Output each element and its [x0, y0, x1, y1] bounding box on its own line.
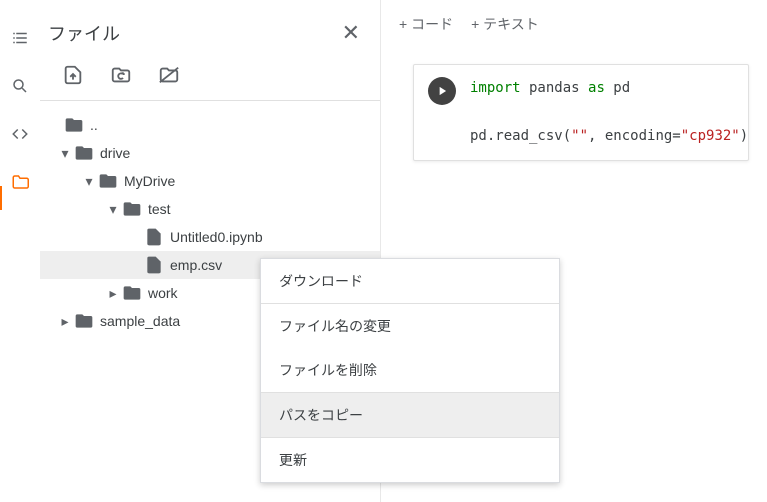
code-text: pd	[605, 80, 630, 96]
tree-label: MyDrive	[124, 173, 175, 189]
tree-parent[interactable]: ..	[40, 111, 380, 139]
menu-delete[interactable]: ファイルを削除	[261, 348, 559, 392]
rail-active-indicator	[0, 186, 2, 210]
tree-file-untitled[interactable]: Untitled0.ipynb	[40, 223, 380, 251]
tree-test[interactable]: ▾ test	[40, 195, 380, 223]
run-button[interactable]	[428, 77, 456, 105]
tree-label: test	[148, 201, 171, 217]
file-icon	[144, 255, 164, 275]
file-panel-header: ファイル ✕	[40, 0, 380, 56]
mount-drive-icon[interactable]	[158, 64, 180, 86]
left-rail	[0, 0, 40, 502]
menu-copy-path[interactable]: パスをコピー	[261, 393, 559, 437]
code-keyword: as	[588, 80, 605, 96]
tree-label: drive	[100, 145, 130, 161]
code-editor[interactable]: import pandas as pd pd.read_csv("", enco…	[470, 77, 748, 148]
file-icon	[144, 227, 164, 247]
files-icon[interactable]	[10, 172, 30, 192]
chevron-right-icon[interactable]: ▸	[104, 285, 122, 302]
file-toolbar	[40, 56, 380, 101]
add-text-button[interactable]: + テキスト	[471, 14, 539, 34]
tree-label: work	[148, 285, 178, 301]
tree-label: ..	[90, 117, 98, 133]
code-text: pandas	[521, 80, 588, 96]
folder-icon	[74, 311, 94, 331]
folder-up-icon	[64, 115, 84, 135]
folder-icon	[98, 171, 118, 191]
code-snippets-icon[interactable]	[10, 124, 30, 144]
code-keyword: import	[470, 80, 521, 96]
upload-icon[interactable]	[62, 64, 84, 86]
cell-insert-toolbar: + コード + テキスト	[381, 0, 767, 48]
folder-icon	[122, 283, 142, 303]
menu-download[interactable]: ダウンロード	[261, 259, 559, 303]
search-icon[interactable]	[10, 76, 30, 96]
chevron-down-icon[interactable]: ▾	[80, 173, 98, 190]
code-string: "cp932"	[681, 128, 740, 144]
add-code-button[interactable]: + コード	[399, 14, 453, 34]
panel-title: ファイル	[48, 20, 120, 46]
code-string: ""	[571, 128, 588, 144]
chevron-down-icon[interactable]: ▾	[56, 145, 74, 162]
toc-icon[interactable]	[10, 28, 30, 48]
folder-icon	[74, 143, 94, 163]
tree-mydrive[interactable]: ▾ MyDrive	[40, 167, 380, 195]
folder-icon	[122, 199, 142, 219]
tree-drive[interactable]: ▾ drive	[40, 139, 380, 167]
code-text: , encoding=	[588, 128, 681, 144]
close-icon[interactable]: ✕	[342, 20, 360, 46]
code-text: )	[740, 128, 748, 144]
code-text: pd.read_csv(	[470, 128, 571, 144]
tree-label: emp.csv	[170, 257, 222, 273]
menu-rename[interactable]: ファイル名の変更	[261, 304, 559, 348]
tree-label: Untitled0.ipynb	[170, 229, 263, 245]
menu-refresh[interactable]: 更新	[261, 438, 559, 482]
chevron-right-icon[interactable]: ▸	[56, 313, 74, 330]
refresh-folder-icon[interactable]	[110, 64, 132, 86]
tree-label: sample_data	[100, 313, 180, 329]
context-menu: ダウンロード ファイル名の変更 ファイルを削除 パスをコピー 更新	[260, 258, 560, 483]
chevron-down-icon[interactable]: ▾	[104, 201, 122, 218]
code-cell[interactable]: import pandas as pd pd.read_csv("", enco…	[413, 64, 749, 161]
